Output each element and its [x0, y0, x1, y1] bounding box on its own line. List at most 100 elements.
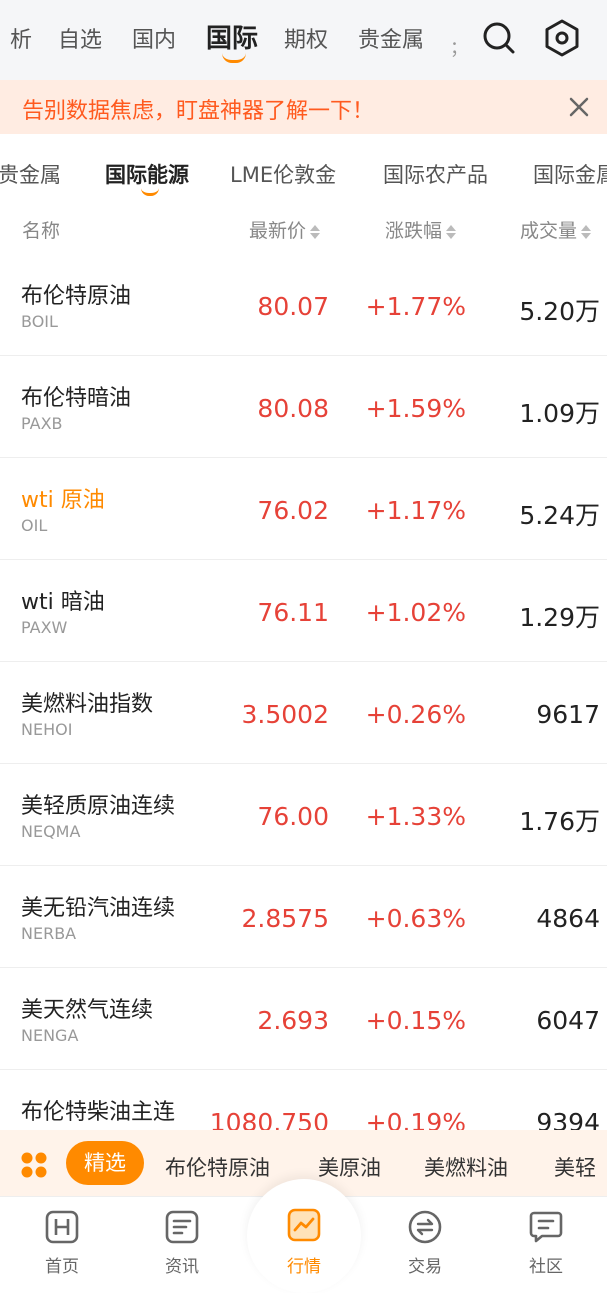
- subtab-lme[interactable]: LME伦敦金: [230, 159, 336, 189]
- search-icon[interactable]: [479, 18, 519, 58]
- sort-arrows-icon: [446, 224, 457, 240]
- col-name-header: 名称: [22, 220, 61, 242]
- table-row[interactable]: 布伦特暗油 PAXB 80.08 +1.59% 1.09万: [0, 356, 607, 458]
- active-tab-indicator: [222, 53, 246, 63]
- quick-item[interactable]: 美原油: [318, 1152, 381, 1182]
- instrument-code: NEQMA: [21, 822, 81, 841]
- col-price-header[interactable]: 最新价: [249, 216, 321, 243]
- news-icon: [165, 1210, 199, 1244]
- instrument-code: PAXW: [21, 618, 68, 637]
- instrument-code: BOIL: [21, 312, 58, 331]
- sort-arrows-icon: [581, 224, 592, 240]
- col-change-label: 涨跌幅: [385, 220, 443, 242]
- tab-watchlist[interactable]: 自选: [58, 22, 102, 54]
- latest-price: 76.02: [257, 496, 329, 525]
- change-percent: +0.63%: [365, 904, 466, 933]
- community-chat-icon: [529, 1211, 563, 1243]
- latest-price: 80.07: [257, 292, 329, 321]
- tab-overflow-marker: ；: [450, 38, 468, 59]
- subtab-precious-metals[interactable]: 贵金属: [0, 159, 61, 189]
- nav-news-label: 资讯: [165, 1257, 199, 1277]
- category-tabs: 贵金属 国际能源 LME伦敦金 国际农产品 国际金属: [0, 134, 607, 202]
- volume: 1.29万: [519, 603, 600, 632]
- settings-hex-icon[interactable]: [542, 18, 582, 58]
- latest-price: 2.693: [257, 1006, 329, 1035]
- change-percent: +1.33%: [365, 802, 466, 831]
- apps-grid-icon[interactable]: [20, 1151, 48, 1179]
- tab-analysis[interactable]: 析: [10, 22, 32, 54]
- latest-price: 76.00: [257, 802, 329, 831]
- tab-options[interactable]: 期权: [284, 22, 328, 54]
- instrument-name: 布伦特柴油主连: [21, 1100, 176, 1125]
- quick-item[interactable]: 美燃料油: [424, 1152, 508, 1182]
- change-percent: +0.26%: [365, 700, 466, 729]
- instrument-code: NEHOI: [21, 720, 73, 739]
- volume: 6047: [536, 1006, 600, 1035]
- instrument-name: wti 原油: [21, 488, 105, 513]
- trade-exchange-icon: [408, 1210, 442, 1244]
- table-row[interactable]: wti 原油 OIL 76.02 +1.17% 5.24万: [0, 458, 607, 560]
- latest-price: 76.11: [257, 598, 329, 627]
- instrument-name: 美燃料油指数: [21, 692, 154, 717]
- volume: 1.09万: [519, 399, 600, 428]
- tab-domestic[interactable]: 国内: [132, 22, 176, 54]
- nav-community-label: 社区: [529, 1257, 563, 1277]
- instrument-name: wti 暗油: [21, 590, 105, 615]
- instrument-code: PAXB: [21, 414, 63, 433]
- change-percent: +1.59%: [365, 394, 466, 423]
- change-percent: +1.77%: [365, 292, 466, 321]
- latest-price: 3.5002: [241, 700, 329, 729]
- table-row[interactable]: 美无铅汽油连续 NERBA 2.8575 +0.63% 4864: [0, 866, 607, 968]
- promo-banner[interactable]: 告别数据焦虑，盯盘神器了解一下！: [0, 80, 607, 134]
- volume: 9617: [536, 700, 600, 729]
- nav-trade[interactable]: 交易: [375, 1197, 475, 1280]
- instrument-code: OIL: [21, 516, 48, 535]
- volume: 5.24万: [519, 501, 600, 530]
- change-percent: +1.17%: [365, 496, 466, 525]
- table-row[interactable]: 美天然气连续 NENGA 2.693 +0.15% 6047: [0, 968, 607, 1070]
- subtab-intl-agri[interactable]: 国际农产品: [383, 159, 488, 189]
- quick-item[interactable]: 布伦特原油: [165, 1152, 270, 1182]
- market-chart-icon: [287, 1208, 321, 1242]
- table-row[interactable]: 美燃料油指数 NEHOI 3.5002 +0.26% 9617: [0, 662, 607, 764]
- subtab-intl-metals[interactable]: 国际金属: [533, 159, 607, 189]
- sort-arrows-icon: [310, 224, 321, 240]
- col-volume-label: 成交量: [520, 220, 578, 242]
- change-percent: +1.02%: [365, 598, 466, 627]
- col-price-label: 最新价: [249, 220, 307, 242]
- table-row[interactable]: 美轻质原油连续 NEQMA 76.00 +1.33% 1.76万: [0, 764, 607, 866]
- instrument-code: NERBA: [21, 924, 77, 943]
- quick-item[interactable]: 美轻: [554, 1152, 596, 1182]
- featured-pill[interactable]: 精选: [66, 1141, 144, 1185]
- promo-banner-text: 告别数据焦虑，盯盘神器了解一下！: [22, 99, 375, 124]
- latest-price: 2.8575: [241, 904, 329, 933]
- nav-news[interactable]: 资讯: [132, 1197, 232, 1280]
- volume: 1.76万: [519, 807, 600, 836]
- col-volume-header[interactable]: 成交量: [520, 216, 592, 243]
- nav-community[interactable]: 社区: [496, 1197, 596, 1280]
- active-subtab-indicator: [141, 188, 159, 196]
- table-header: 名称 最新价 涨跌幅 成交量: [0, 202, 607, 254]
- nav-trade-label: 交易: [408, 1257, 442, 1277]
- instrument-name: 美天然气连续: [21, 998, 154, 1023]
- instrument-name: 美无铅汽油连续: [21, 896, 176, 921]
- instrument-code: NENGA: [21, 1026, 79, 1045]
- instrument-name: 美轻质原油连续: [21, 794, 176, 819]
- col-change-header[interactable]: 涨跌幅: [385, 216, 457, 243]
- nav-home[interactable]: 首页: [12, 1197, 112, 1280]
- subtab-intl-energy[interactable]: 国际能源: [105, 159, 189, 189]
- change-percent: +0.15%: [365, 1006, 466, 1035]
- tab-precious-metals[interactable]: 贵金属: [358, 22, 424, 54]
- instrument-name: 布伦特暗油: [21, 386, 132, 411]
- latest-price: 80.08: [257, 394, 329, 423]
- nav-home-label: 首页: [45, 1257, 79, 1277]
- nav-market[interactable]: 行情: [247, 1179, 361, 1293]
- quote-list: 布伦特原油 BOIL 80.07 +1.77% 5.20万 布伦特暗油 PAXB…: [0, 254, 607, 1172]
- tab-international[interactable]: 国际: [206, 18, 258, 55]
- close-icon[interactable]: [566, 94, 592, 120]
- table-row[interactable]: 布伦特原油 BOIL 80.07 +1.77% 5.20万: [0, 254, 607, 356]
- home-h-icon: [45, 1210, 79, 1244]
- bottom-nav: 首页 资讯 行情 交易 社区: [0, 1179, 607, 1293]
- table-row[interactable]: wti 暗油 PAXW 76.11 +1.02% 1.29万: [0, 560, 607, 662]
- volume: 4864: [536, 904, 600, 933]
